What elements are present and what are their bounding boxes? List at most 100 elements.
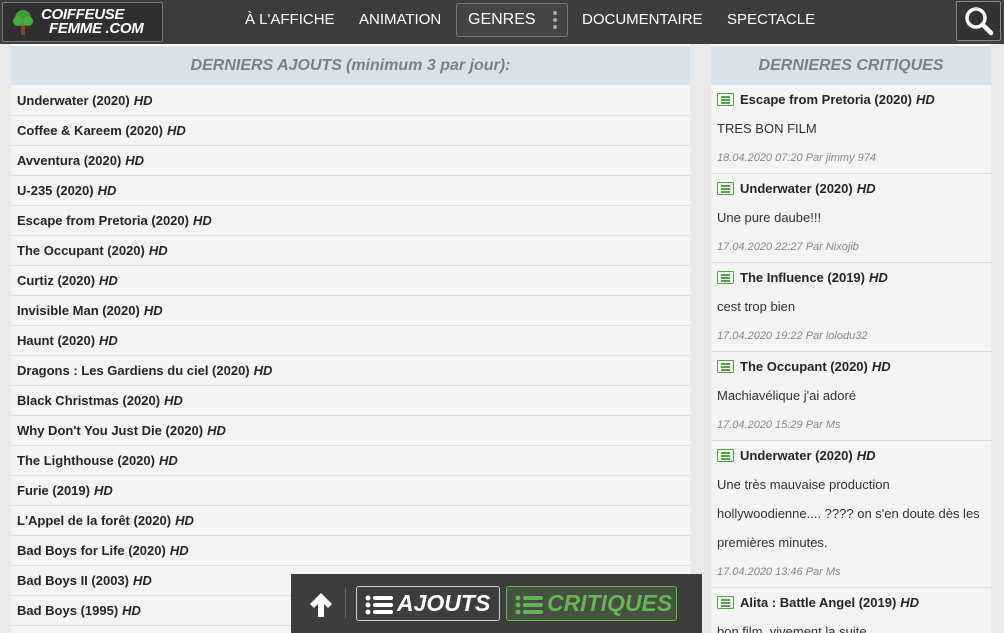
addition-title: Bad Boys (1995) (17, 603, 119, 618)
logo-line-2: FEMME .COM (49, 20, 144, 37)
latest-reviews-title-b: CRITIQUES (856, 57, 944, 74)
addition-row[interactable]: Why Don't You Just Die (2020) HD (11, 416, 690, 446)
review-movie-title: The Influence (2019) (740, 270, 865, 285)
hd-badge: HD (158, 453, 178, 468)
review-meta: 18.04.2020 07:20 Par jimmy 974 (717, 152, 876, 164)
nav-spectacle[interactable]: SPECTACLE (727, 0, 815, 44)
hd-badge: HD (915, 92, 935, 107)
comment-icon (717, 360, 734, 373)
review-item: Underwater (2020) HD Une pure daube!!! 17.0… (711, 174, 991, 263)
review-movie-link[interactable]: The Occupant (2020) HD (717, 352, 991, 381)
nav-a-l-affiche[interactable]: À L'AFFICHE (245, 0, 335, 44)
hd-badge: HD (133, 93, 153, 108)
comment-icon (717, 596, 734, 609)
addition-row[interactable]: The Occupant (2020) HD (11, 236, 690, 266)
review-movie-title: The Occupant (2020) (740, 359, 868, 374)
addition-title: Avventura (2020) (17, 153, 122, 168)
comment-icon (717, 271, 734, 284)
addition-row[interactable]: Dragons : Les Gardiens du ciel (2020) HD (11, 356, 690, 386)
review-item: The Influence (2019) HD cest trop bien 17.0… (711, 263, 991, 352)
site-logo[interactable]: COIFFEUSE FEMME .COM (2, 2, 163, 42)
nav-documentaire[interactable]: DOCUMENTAIRE (582, 0, 703, 44)
review-movie-link[interactable]: Underwater (2020) HD (717, 174, 991, 203)
hd-badge: HD (164, 393, 183, 408)
review-meta: 17.04.2020 22:27 Par Nixojib (717, 241, 859, 253)
list-icon (515, 595, 543, 615)
review-meta: 17.04.2020 13:46 Par Ms (717, 566, 841, 578)
addition-row[interactable]: Invisible Man (2020) HD (11, 296, 690, 326)
addition-title: Why Don't You Just Die (2020) (17, 423, 204, 438)
scroll-top-button[interactable] (305, 589, 337, 621)
latest-additions-title: DERNIERS AJOUTS (190, 57, 342, 74)
addition-row[interactable]: Furie (2019) HD (11, 476, 690, 506)
kebab-menu-icon (553, 11, 557, 29)
review-item: The Occupant (2020) HD Machiavélique j'ai … (711, 352, 991, 441)
addition-title: U-235 (2020) (17, 183, 94, 198)
review-movie-title: Underwater (2020) (740, 181, 853, 196)
addition-row[interactable]: Coffee & Kareem (2020) HD (11, 116, 690, 146)
hd-badge: HD (166, 123, 186, 138)
hd-badge: HD (133, 573, 152, 588)
addition-title: Escape from Pretoria (2020) (17, 213, 189, 228)
latest-reviews-list: Escape from Pretoria (2020) HD TRES BON FI… (711, 85, 991, 633)
arrow-up-icon (310, 593, 332, 617)
addition-row[interactable]: L'Appel de la forêt (2020) HD (11, 506, 690, 536)
review-text: Une très mauvaise production hollywoodie… (717, 477, 980, 550)
top-navbar: COIFFEUSE FEMME .COM À L'AFFICHE ANIMATI… (0, 0, 1004, 44)
review-item: Alita : Battle Angel (2019) HD bon film, v… (711, 588, 991, 633)
addition-title: Underwater (2020) (17, 93, 130, 108)
addition-row[interactable]: Escape from Pretoria (2020) HD (11, 206, 690, 236)
addition-title: Dragons : Les Gardiens du ciel (2020) (17, 363, 250, 378)
hd-badge: HD (93, 483, 113, 498)
hd-badge: HD (99, 333, 118, 348)
review-movie-title: Alita : Battle Angel (2019) (740, 595, 897, 610)
addition-title: Coffee & Kareem (2020) (17, 123, 163, 138)
review-movie-title: Escape from Pretoria (2020) (740, 92, 912, 107)
hd-badge: HD (122, 603, 141, 618)
addition-row[interactable]: U-235 (2020) HD (11, 176, 690, 206)
hd-badge: HD (868, 270, 888, 285)
hd-badge: HD (125, 153, 145, 168)
addition-title: Haunt (2020) (17, 333, 96, 348)
ajouts-button[interactable]: AJOUTS (356, 586, 500, 621)
review-meta: 17.04.2020 15:29 Par Ms (717, 419, 841, 431)
comment-icon (717, 182, 734, 195)
addition-row[interactable]: Haunt (2020) HD (11, 326, 690, 356)
latest-additions-header: DERNIERS AJOUTS (minimum 3 par jour): (11, 44, 690, 85)
review-movie-link[interactable]: The Influence (2019) HD (717, 263, 991, 292)
critiques-button[interactable]: CRITIQUES (506, 586, 677, 621)
nav-genres-label: GENRES (468, 11, 536, 28)
review-movie-link[interactable]: Underwater (2020) HD (717, 441, 991, 470)
review-movie-link[interactable]: Escape from Pretoria (2020) HD (717, 85, 991, 114)
addition-row[interactable]: Curtiz (2020) HD (11, 266, 690, 296)
addition-title: Bad Boys for Life (2020) (17, 543, 166, 558)
addition-row[interactable]: Avventura (2020) HD (11, 146, 690, 176)
review-text: Une pure daube!!! (717, 210, 822, 225)
addition-row[interactable]: The Lighthouse (2020) HD (11, 446, 690, 476)
hd-badge: HD (175, 513, 194, 528)
review-item: Underwater (2020) HD Une très mauvaise pro… (711, 441, 991, 588)
addition-title: Curtiz (2020) (17, 273, 96, 288)
critiques-button-label: CRITIQUES (547, 590, 673, 616)
addition-title: L'Appel de la forêt (2020) (17, 513, 172, 528)
logo-text: COIFFEUSE FEMME .COM (41, 7, 144, 37)
review-movie-link[interactable]: Alita : Battle Angel (2019) HD (717, 588, 991, 617)
addition-row[interactable]: Underwater (2020) HD (11, 86, 690, 116)
latest-reviews-header: DERNIERES CRITIQUES (711, 44, 991, 85)
nav-genres-dropdown[interactable]: GENRES (456, 3, 568, 37)
hd-badge: HD (253, 363, 273, 378)
search-button[interactable] (956, 1, 1001, 41)
addition-title: The Lighthouse (2020) (17, 453, 155, 468)
latest-reviews-panel: DERNIERES CRITIQUES Escape from Pretoria… (711, 44, 991, 633)
addition-row[interactable]: Black Christmas (2020) HD (11, 386, 690, 416)
latest-additions-panel: DERNIERS AJOUTS (minimum 3 par jour): Und… (11, 44, 690, 633)
latest-additions-list: Underwater (2020) HD Coffee & Kareem (2020… (11, 86, 690, 626)
addition-title: The Occupant (2020) (17, 243, 145, 258)
nav-animation[interactable]: ANIMATION (359, 0, 441, 44)
hd-badge: HD (856, 448, 876, 463)
tree-logo-icon (11, 8, 35, 36)
ajouts-button-label: AJOUTS (397, 590, 491, 616)
addition-row[interactable]: Bad Boys for Life (2020) HD (11, 536, 690, 566)
hd-badge: HD (192, 213, 212, 228)
hd-badge: HD (169, 543, 189, 558)
